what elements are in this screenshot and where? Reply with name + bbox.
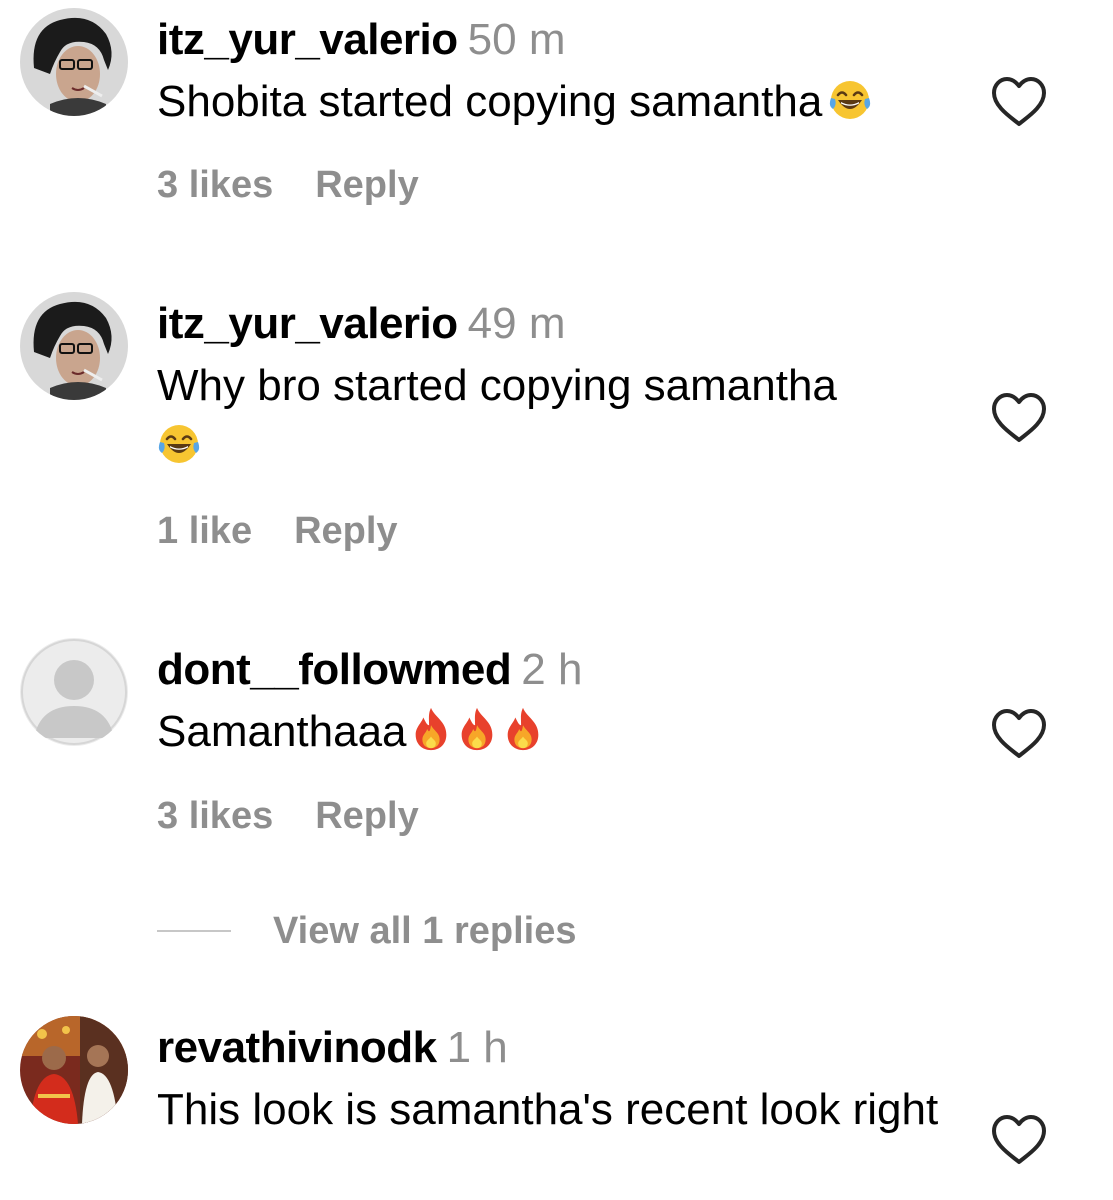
avatar[interactable]	[20, 1016, 128, 1124]
like-heart-icon[interactable]	[990, 392, 1048, 444]
comment-username[interactable]: itz_yur_valerio	[157, 15, 458, 64]
comment-username[interactable]: revathivinodk	[157, 1023, 437, 1072]
comment-text: Samanthaaa	[157, 702, 977, 762]
laughing-emoji-icon	[157, 422, 201, 482]
comment-text: Shobita started copying samantha	[157, 72, 977, 138]
comment-actions: 3 likes Reply	[157, 164, 419, 207]
fire-emoji-group	[411, 706, 549, 752]
comment-actions: 1 like Reply	[157, 510, 398, 553]
comment-text: Why bro started copying samantha	[157, 356, 977, 482]
comment-actions: 3 likes Reply	[157, 795, 419, 838]
comment-timestamp[interactable]: 1 h	[447, 1023, 508, 1072]
avatar[interactable]	[20, 292, 128, 400]
laughing-emoji-icon	[828, 78, 872, 138]
comment-text-content: Shobita started copying samantha	[157, 77, 823, 126]
comment-username[interactable]: itz_yur_valerio	[157, 299, 458, 348]
reply-button[interactable]: Reply	[294, 510, 397, 553]
avatar[interactable]	[20, 8, 128, 116]
fire-emoji-icon	[503, 706, 543, 752]
reply-button[interactable]: Reply	[315, 164, 418, 207]
comment-username[interactable]: dont__followmed	[157, 645, 512, 694]
fire-emoji-icon	[411, 706, 451, 752]
view-replies-button[interactable]: View all 1 replies	[157, 905, 576, 957]
like-heart-icon[interactable]	[990, 1114, 1048, 1166]
fire-emoji-icon	[457, 706, 497, 752]
comment-timestamp[interactable]: 2 h	[521, 645, 582, 694]
comment-text: This look is samantha's recent look righ…	[157, 1080, 947, 1140]
like-heart-icon[interactable]	[990, 708, 1048, 760]
comment-timestamp[interactable]: 50 m	[468, 15, 566, 64]
avatar[interactable]	[20, 638, 128, 746]
like-count[interactable]: 1 like	[157, 510, 252, 553]
replies-divider	[157, 930, 231, 932]
comment-timestamp[interactable]: 49 m	[468, 299, 566, 348]
like-heart-icon[interactable]	[990, 76, 1048, 128]
comment-text-content: This look is samantha's recent look righ…	[157, 1085, 939, 1134]
reply-button[interactable]: Reply	[315, 795, 418, 838]
like-count[interactable]: 3 likes	[157, 164, 273, 207]
comment-text-content: Samanthaaa	[157, 707, 407, 756]
comment-text-content: Why bro started copying samantha	[157, 361, 837, 410]
like-count[interactable]: 3 likes	[157, 795, 273, 838]
view-replies-label: View all 1 replies	[273, 909, 577, 952]
